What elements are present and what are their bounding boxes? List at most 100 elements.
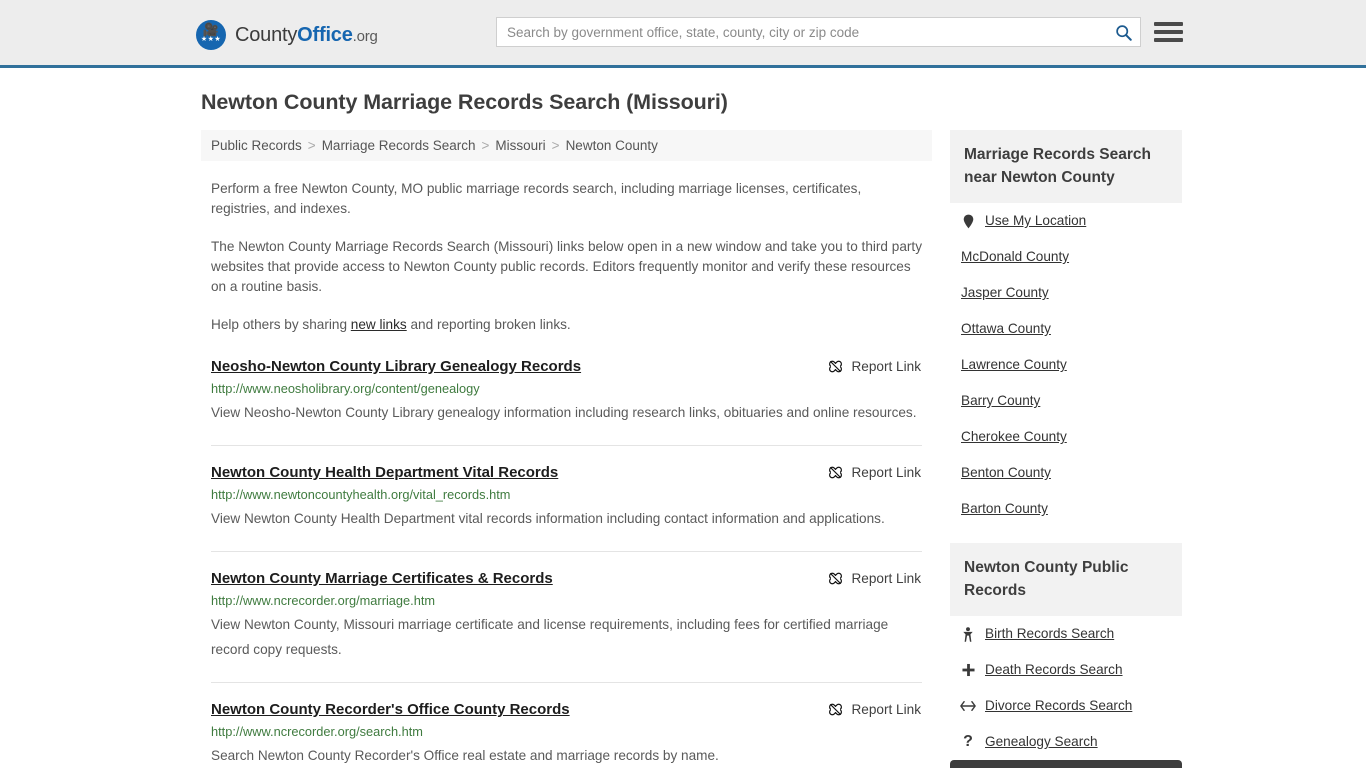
result-title-link[interactable]: Newton County Marriage Certificates & Re…	[211, 569, 553, 589]
result-description: View Newton County, Missouri marriage ce…	[211, 617, 889, 657]
sidebar-public-records-heading: Newton County Public Records	[950, 543, 1182, 616]
report-link-button[interactable]: Report Link	[828, 359, 921, 374]
logo-text-county: County	[235, 23, 298, 46]
intro-paragraph-3-before: Help others by sharing	[211, 317, 351, 332]
result-title-link[interactable]: Neosho-Newton County Library Genealogy R…	[211, 357, 581, 377]
result-url: http://www.ncrecorder.org/search.htm	[211, 724, 423, 739]
site-header: 🎥 ★★★ CountyOffice.org	[0, 0, 1366, 68]
report-link-button[interactable]: Report Link	[828, 702, 921, 717]
content-container: Newton County Marriage Records Search (M…	[193, 88, 1182, 768]
cross-icon	[960, 663, 976, 677]
main-column: Public Records > Marriage Records Search…	[201, 130, 932, 768]
sidebar-item-jasper-county[interactable]: Jasper County	[950, 275, 1182, 311]
sidebar-item-barry-county[interactable]: Barry County	[950, 383, 1182, 419]
results-list: Neosho-Newton County Library Genealogy R…	[201, 357, 932, 768]
sidebar-item-label: Death Records Search	[985, 662, 1123, 677]
result-description: Search Newton County Recorder's Office r…	[211, 748, 719, 763]
intro-paragraph-3-after: and reporting broken links.	[406, 317, 571, 332]
sidebar-public-records-list: Birth Records Search Death Records Searc…	[950, 616, 1182, 768]
breadcrumb-separator: >	[551, 138, 560, 153]
sidebar-item-use-my-location[interactable]: Use My Location	[950, 203, 1182, 239]
intro-paragraph-3: Help others by sharing new links and rep…	[211, 315, 922, 335]
search-input[interactable]	[497, 19, 1106, 45]
sidebar-item-lawrence-county[interactable]: Lawrence County	[950, 347, 1182, 383]
list-item: Cherokee County	[950, 419, 1182, 455]
sidebar-item-benton-county[interactable]: Benton County	[950, 455, 1182, 491]
sidebar-item-label: Barry County	[961, 393, 1041, 408]
sidebar-item-label: Ottawa County	[961, 321, 1051, 336]
broken-link-icon	[829, 703, 843, 716]
sidebar-item-death-records-search[interactable]: Death Records Search	[950, 652, 1182, 688]
intro-paragraph-2: The Newton County Marriage Records Searc…	[211, 239, 922, 294]
sidebar-item-barton-county[interactable]: Barton County	[950, 491, 1182, 527]
logo-wordmark: CountyOffice.org	[235, 24, 378, 47]
report-link-label: Report Link	[851, 465, 921, 480]
sidebar-nearby-box: Marriage Records Search near Newton Coun…	[950, 130, 1182, 527]
search-button[interactable]	[1106, 18, 1140, 46]
sidebar-item-label: Lawrence County	[961, 357, 1067, 372]
new-links-link[interactable]: new links	[351, 317, 407, 332]
site-logo[interactable]: 🎥 ★★★ CountyOffice.org	[196, 19, 378, 51]
hamburger-bar	[1154, 38, 1183, 42]
breadcrumb-item-marriage-records-search[interactable]: Marriage Records Search	[322, 138, 476, 153]
result-item: Newton County Health Department Vital Re…	[211, 463, 922, 552]
sidebar-item-label: Use My Location	[985, 213, 1087, 228]
sidebar-item-marriage-records-search[interactable]: Marriage Records Search	[950, 760, 1182, 768]
page-title: Newton County Marriage Records Search (M…	[201, 90, 728, 114]
baby-icon	[960, 626, 976, 642]
sidebar-item-birth-records-search[interactable]: Birth Records Search	[950, 616, 1182, 652]
hamburger-menu-icon[interactable]	[1154, 19, 1184, 45]
list-item: ? Genealogy Search	[950, 724, 1182, 760]
broken-link-icon	[829, 466, 843, 479]
result-item: Neosho-Newton County Library Genealogy R…	[211, 357, 922, 446]
result-header: Newton County Health Department Vital Re…	[211, 463, 922, 483]
result-title-link[interactable]: Newton County Health Department Vital Re…	[211, 463, 558, 483]
result-description: View Neosho-Newton County Library geneal…	[211, 405, 917, 420]
list-item: McDonald County	[950, 239, 1182, 275]
breadcrumb: Public Records > Marriage Records Search…	[201, 130, 932, 161]
list-item: Benton County	[950, 455, 1182, 491]
report-link-button[interactable]: Report Link	[828, 465, 921, 480]
list-item: Barton County	[950, 491, 1182, 527]
list-item: Death Records Search	[950, 652, 1182, 688]
page-body: Newton County Marriage Records Search (M…	[0, 88, 1366, 768]
result-item: Newton County Marriage Certificates & Re…	[211, 569, 922, 683]
sidebar-item-divorce-records-search[interactable]: Divorce Records Search	[950, 688, 1182, 724]
report-link-label: Report Link	[851, 571, 921, 586]
list-item: Divorce Records Search	[950, 688, 1182, 724]
sidebar-item-label: Divorce Records Search	[985, 698, 1133, 713]
list-item: Ottawa County	[950, 311, 1182, 347]
sidebar-item-cherokee-county[interactable]: Cherokee County	[950, 419, 1182, 455]
sidebar: Marriage Records Search near Newton Coun…	[950, 130, 1182, 768]
breadcrumb-separator: >	[307, 138, 316, 153]
intro-text: Perform a free Newton County, MO public …	[201, 179, 932, 335]
list-item: Use My Location	[950, 203, 1182, 239]
logo-text-org: .org	[352, 27, 378, 45]
breadcrumb-item-public-records[interactable]: Public Records	[211, 138, 302, 153]
question-mark-icon: ?	[963, 733, 973, 750]
left-right-arrow-icon	[960, 700, 976, 712]
report-link-button[interactable]: Report Link	[828, 571, 921, 586]
search-bar[interactable]	[496, 17, 1141, 47]
breadcrumb-separator: >	[481, 138, 490, 153]
result-header: Newton County Recorder's Office County R…	[211, 700, 922, 720]
search-icon	[1115, 24, 1132, 41]
sidebar-item-label: McDonald County	[961, 249, 1070, 264]
sidebar-item-label: Genealogy Search	[985, 734, 1098, 749]
eagle-seal-icon: 🎥 ★★★	[196, 20, 226, 50]
breadcrumb-item-missouri[interactable]: Missouri	[495, 138, 545, 153]
sidebar-item-ottawa-county[interactable]: Ottawa County	[950, 311, 1182, 347]
sidebar-item-mcdonald-county[interactable]: McDonald County	[950, 239, 1182, 275]
report-link-label: Report Link	[851, 359, 921, 374]
sidebar-public-records-box: Newton County Public Records Birth Recor…	[950, 543, 1182, 768]
broken-link-icon	[829, 360, 843, 373]
sidebar-item-label: Barton County	[961, 501, 1048, 516]
list-item: Lawrence County	[950, 347, 1182, 383]
sidebar-item-genealogy-search[interactable]: ? Genealogy Search	[950, 724, 1182, 760]
result-url: http://www.ncrecorder.org/marriage.htm	[211, 593, 436, 608]
result-title-link[interactable]: Newton County Recorder's Office County R…	[211, 700, 570, 720]
map-pin-icon	[960, 214, 976, 229]
columns: Public Records > Marriage Records Search…	[193, 130, 1182, 768]
sidebar-item-label: Cherokee County	[961, 429, 1067, 444]
breadcrumb-item-newton-county: Newton County	[565, 138, 658, 153]
